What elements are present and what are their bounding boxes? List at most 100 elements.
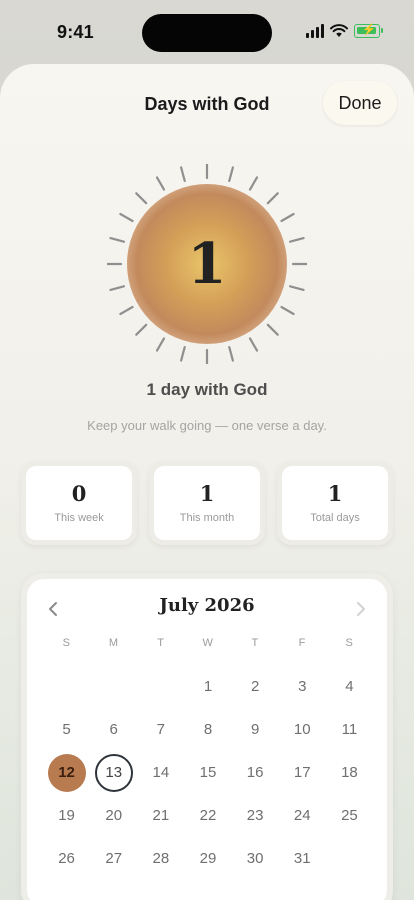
sun-ray [288,285,305,291]
weekday-label: F [298,637,306,649]
calendar-day-cell[interactable]: 6 [90,708,137,751]
calendar-day-cell[interactable]: 26 [43,837,90,880]
calendar-day: 8 [203,721,213,738]
next-month-button[interactable] [347,595,375,623]
calendar: July 2026 S M T W T F S 1 2 3 4 5 6 7 8 9 10 11 12 1… [27,579,387,900]
stat-card-total: 1 Total days [277,461,393,545]
sun-ray [280,212,295,223]
calendar-day-cell [90,665,137,708]
status-bar: 9:41 ⚡ [0,0,414,64]
calendar-day-cell[interactable]: 16 [232,751,279,794]
calendar-day: 25 [341,807,358,824]
calendar-day: 22 [199,807,217,824]
streak-count: 1 [187,231,227,297]
calendar-day-cell[interactable]: 9 [232,708,279,751]
calendar-day: 23 [246,807,264,824]
calendar-day-cell[interactable]: 13 [90,751,137,794]
calendar-day-cell[interactable]: 2 [232,665,279,708]
done-button[interactable]: Done [323,81,397,125]
calendar-day-cell[interactable]: 25 [326,794,373,837]
stat-card-week: 0 This week [21,461,137,545]
calendar-day: 29 [199,850,217,867]
sun-ray [248,337,259,352]
sun-ray [119,212,134,223]
wifi-icon [330,24,348,37]
calendar-day-completed: 12 [47,753,86,792]
weekday-header: S M T W T F S [43,637,373,649]
dynamic-island [142,14,272,52]
calendar-day: 17 [293,764,311,781]
calendar-day-cell[interactable]: 10 [279,708,326,751]
calendar-day: 30 [246,850,264,867]
weekday-label: W [202,637,214,649]
month-title: July 2026 [159,595,255,616]
calendar-day-cell[interactable]: 15 [184,751,231,794]
calendar-day: 16 [246,764,264,781]
stat-label: This month [179,512,235,524]
status-icons: ⚡ [306,24,383,38]
sun-ray [180,166,186,183]
calendar-day-cell[interactable]: 28 [137,837,184,880]
calendar-day-cell[interactable]: 21 [137,794,184,837]
streak-sun: 1 [107,164,307,364]
calendar-day-cell[interactable]: 20 [90,794,137,837]
calendar-day-cell[interactable]: 1 [184,665,231,708]
sun-ray [109,237,126,243]
calendar-day-cell[interactable]: 29 [184,837,231,880]
calendar-day-cell[interactable]: 4 [326,665,373,708]
calendar-day-cell[interactable]: 31 [279,837,326,880]
sun-ray [266,192,279,205]
calendar-day: 7 [156,721,166,738]
stat-label: This week [54,512,104,524]
calendar-day-cell[interactable]: 11 [326,708,373,751]
stat-value: 1 [199,481,215,506]
calendar-day: 26 [58,850,75,867]
calendar-day-cell[interactable]: 7 [137,708,184,751]
sun-ray [180,345,186,362]
calendar-day: 24 [293,807,311,824]
calendar-day-cell[interactable]: 27 [90,837,137,880]
sun-ray [119,305,134,316]
sun-ray [288,237,305,243]
calendar-day: 20 [105,807,123,824]
calendar-day-cell[interactable]: 18 [326,751,373,794]
calendar-day: 19 [58,807,75,824]
stat-card-month: 1 This month [149,461,265,545]
chevron-right-icon [357,602,365,616]
calendar-day-cell[interactable]: 17 [279,751,326,794]
calendar-day: 27 [105,850,123,867]
streak-sheet: Days with God Done 1 1 day with God Keep… [0,64,414,900]
calendar-day-cell[interactable]: 14 [137,751,184,794]
sun-ray [155,176,166,191]
calendar-day: 31 [293,850,311,867]
calendar-day: 5 [62,721,71,738]
calendar-day-cell[interactable]: 30 [232,837,279,880]
calendar-day-cell[interactable]: 12 [43,751,90,794]
stat-value: 1 [327,481,343,506]
sun-ray [155,337,166,352]
calendar-day-cell[interactable]: 8 [184,708,231,751]
calendar-day-today: 13 [94,753,133,792]
sun-ray [248,176,259,191]
stat-value: 0 [71,481,87,506]
calendar-day-cell[interactable]: 22 [184,794,231,837]
calendar-day-cell[interactable]: 23 [232,794,279,837]
calendar-day: 11 [341,721,358,738]
calendar-day-cell[interactable]: 3 [279,665,326,708]
streak-label: 1 day with God [146,380,268,399]
sun-core: 1 [127,184,287,344]
calendar-day: 6 [109,721,118,738]
calendar-day-cell[interactable]: 5 [43,708,90,751]
stats-row: 0 This week 1 This month 1 Total days [21,461,393,545]
calendar-day-cell [137,665,184,708]
calendar-day-cell[interactable]: 19 [43,794,90,837]
calendar-day: 9 [250,721,260,738]
calendar-day: 21 [152,807,170,824]
calendar-day-cell[interactable]: 24 [279,794,326,837]
sun-ray [280,305,295,316]
calendar-day: 15 [199,764,217,781]
weekday-label: T [157,637,165,649]
weekday-label: M [108,637,119,649]
cellular-signal-icon [306,24,324,38]
calendar-day: 18 [341,764,358,781]
